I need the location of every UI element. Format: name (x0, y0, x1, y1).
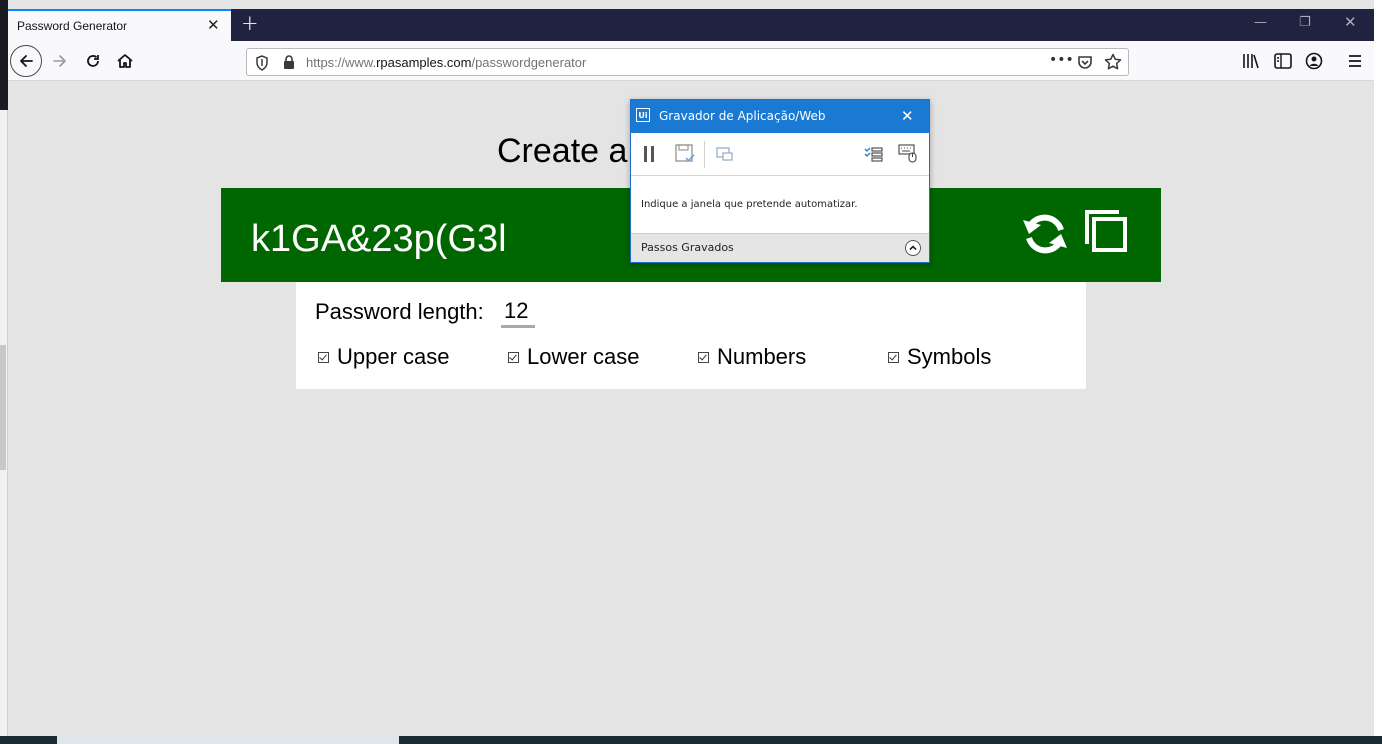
collapse-chevron-icon[interactable] (905, 240, 921, 256)
account-icon[interactable] (1305, 52, 1323, 70)
left-scrollbar-thumb[interactable] (0, 345, 6, 470)
minimize-icon[interactable]: — (1254, 15, 1267, 30)
left-window-edge (0, 0, 8, 744)
recorder-instruction: Indique a janela que pretende automatiza… (641, 199, 858, 210)
restore-icon[interactable]: ❐ (1299, 15, 1311, 30)
recorded-steps-label: Passos Gravados (641, 241, 734, 254)
url-text[interactable]: https://www.rpasamples.com/passwordgener… (306, 55, 586, 70)
reload-button[interactable] (85, 53, 101, 69)
reload-icon (87, 55, 99, 67)
checkbox-symbols[interactable] (888, 351, 899, 363)
home-icon (117, 54, 133, 68)
pocket-icon[interactable] (1077, 54, 1093, 70)
password-length-input[interactable]: 12 (501, 298, 535, 328)
recorder-titlebar[interactable]: Ui Gravador de Aplicação/Web ✕ (631, 100, 929, 133)
taskbar-search-box[interactable] (57, 736, 399, 744)
option-label: Upper case (337, 344, 450, 369)
tab-password-generator[interactable]: Password Generator ✕ (8, 9, 231, 41)
hamburger-menu-icon[interactable] (1347, 53, 1363, 69)
back-arrow-icon (20, 55, 33, 67)
pause-icon[interactable] (643, 146, 655, 162)
toolbar-separator (704, 141, 705, 168)
url-domain: rpasamples.com (376, 55, 472, 70)
taskbar-strip (0, 736, 1382, 744)
window-close-icon[interactable]: ✕ (1344, 13, 1357, 31)
shield-icon[interactable] (255, 55, 269, 71)
url-path: /passwordgenerator (471, 55, 587, 70)
option-numbers[interactable]: Numbers (698, 344, 806, 370)
navigation-toolbar: https://www.rpasamples.com/passwordgener… (8, 41, 1374, 81)
page-heading: Create a (497, 132, 628, 170)
sidebar-icon[interactable] (1274, 53, 1292, 69)
options-panel: Password length: 12 Upper case Lower cas… (296, 282, 1086, 389)
uipath-logo-icon: Ui (636, 108, 650, 122)
right-window-edge (1374, 0, 1382, 744)
lock-icon[interactable] (283, 55, 295, 70)
save-icon[interactable] (675, 144, 695, 164)
browser-titlebar: Password Generator ✕ + — ❐ ✕ (8, 9, 1374, 41)
home-button[interactable] (116, 52, 134, 70)
record-window-icon[interactable] (716, 146, 734, 162)
option-symbols[interactable]: Symbols (888, 344, 991, 370)
copy-icon[interactable] (1085, 210, 1129, 254)
recorder-toolbar (631, 133, 929, 176)
refresh-icon[interactable] (1021, 212, 1069, 256)
option-upper-case[interactable]: Upper case (318, 344, 450, 370)
left-edge-dark (0, 0, 8, 110)
bookmark-star-icon[interactable] (1104, 53, 1122, 71)
forward-button[interactable] (52, 53, 68, 69)
password-length-label: Password length: (315, 299, 484, 324)
option-label: Numbers (717, 344, 807, 369)
tab-title: Password Generator (17, 19, 128, 33)
page-actions-menu-icon[interactable]: ••• (1049, 52, 1074, 68)
recorder-close-icon[interactable]: ✕ (901, 107, 914, 125)
library-icon[interactable] (1242, 53, 1260, 69)
steps-list-icon[interactable] (864, 146, 883, 162)
option-lower-case[interactable]: Lower case (508, 344, 640, 370)
option-label: Symbols (907, 344, 992, 369)
option-label: Lower case (527, 344, 640, 369)
checkbox-upper-case[interactable] (318, 351, 329, 363)
recorder-title: Gravador de Aplicação/Web (659, 109, 826, 123)
address-bar[interactable]: https://www.rpasamples.com/passwordgener… (246, 48, 1129, 76)
tab-close-icon[interactable]: ✕ (207, 16, 220, 34)
recorded-steps-header[interactable]: Passos Gravados (631, 233, 929, 262)
forward-arrow-icon (53, 55, 66, 67)
recorder-window: Ui Gravador de Aplicação/Web ✕ Indique a… (630, 99, 930, 263)
checkbox-lower-case[interactable] (508, 351, 519, 363)
back-button[interactable] (10, 45, 42, 77)
new-tab-icon[interactable]: + (241, 11, 259, 35)
url-scheme: https://www. (306, 55, 377, 70)
generated-password: k1GA&23p(G3l (251, 218, 507, 260)
checkbox-numbers[interactable] (698, 351, 709, 363)
keyboard-mouse-icon[interactable] (898, 144, 918, 163)
